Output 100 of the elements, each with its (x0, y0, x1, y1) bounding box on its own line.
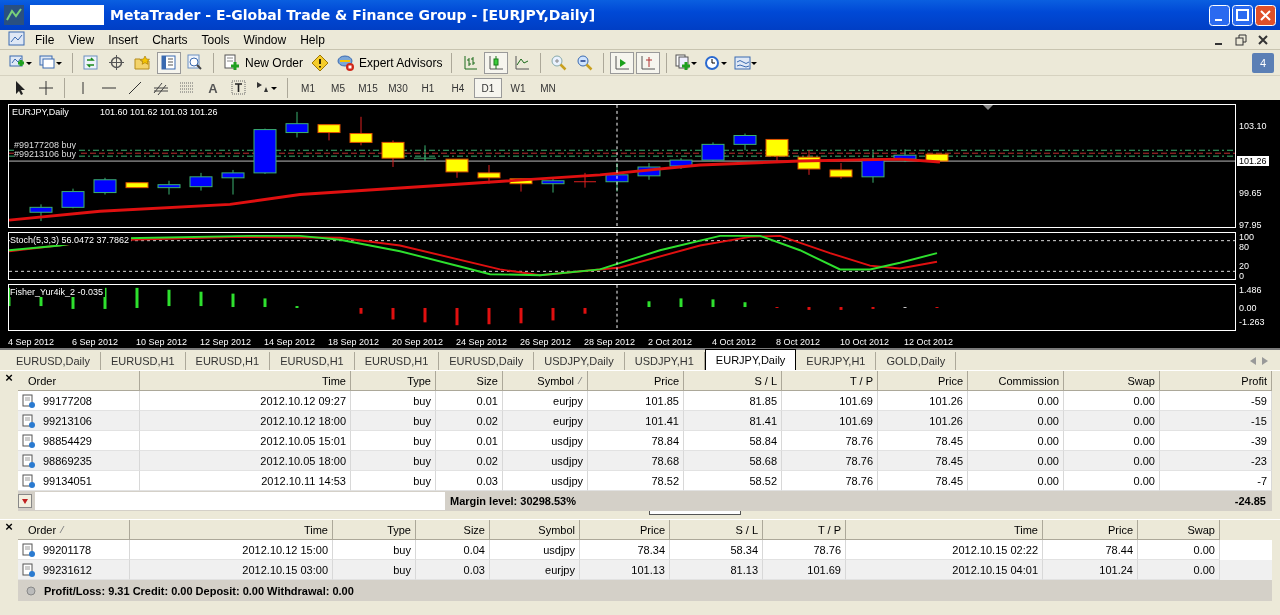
menu-item[interactable]: Window (236, 32, 294, 47)
column-header[interactable]: Commission (968, 371, 1064, 391)
timeframe-button[interactable]: M30 (384, 78, 412, 98)
minimize-icon[interactable] (1209, 4, 1230, 26)
histogram-bar (743, 302, 747, 307)
candle (637, 162, 661, 181)
indicator-label: Stoch(5,3,3) 56.0472 37.7862 (10, 235, 132, 245)
axis-label: -1.263 (1239, 317, 1265, 327)
window-title: MetaTrader - E-Global Trade & Finance Group - [EURJPY,Daily] (110, 7, 597, 23)
close-button[interactable]: × (5, 371, 13, 511)
date-label: 24 Sep 2012 (456, 336, 509, 347)
chart-tab[interactable]: GOLD,Daily (876, 352, 957, 370)
column-header[interactable]: Size (416, 520, 490, 540)
axis-label: 80 (1239, 242, 1249, 252)
menu-item[interactable]: View (61, 32, 102, 47)
chart-shift-icon[interactable] (636, 51, 661, 74)
candle (797, 149, 821, 176)
chart-tab[interactable]: EURUSD,H1 (100, 352, 186, 370)
panel-icon[interactable] (157, 51, 181, 74)
candle (733, 133, 757, 151)
chart-tab[interactable]: EURUSD,H1 (354, 352, 440, 370)
histogram-bar (423, 308, 427, 323)
maximize-icon[interactable] (1232, 4, 1253, 26)
timeframe-button[interactable]: M5 (324, 78, 352, 98)
chart-tab[interactable]: USDJPY,Daily (534, 352, 625, 370)
column-header[interactable]: Price (580, 520, 670, 540)
candle (509, 178, 533, 193)
menu-item[interactable]: Tools (194, 32, 237, 47)
chart-tab[interactable]: EURUSD,H1 (270, 352, 355, 370)
date-label: 14 Sep 2012 (264, 336, 317, 347)
column-header[interactable]: Symbol (490, 520, 580, 540)
candle (381, 139, 405, 168)
arrow-down-icon[interactable] (18, 494, 32, 508)
date-label: 28 Sep 2012 (584, 336, 637, 347)
timeframe-button[interactable]: H1 (414, 78, 442, 98)
timeframe-button[interactable]: M15 (354, 78, 382, 98)
notification-badge[interactable]: 4 (1252, 52, 1274, 73)
column-header[interactable]: S / L (670, 520, 763, 540)
column-header[interactable]: Price (588, 371, 684, 391)
date-label: 12 Oct 2012 (904, 336, 955, 347)
splitter-handle[interactable] (649, 511, 741, 515)
histogram-bar (519, 308, 523, 324)
column-header[interactable]: T / P (782, 371, 878, 391)
date-label: 4 Sep 2012 (8, 336, 56, 347)
column-header[interactable]: Symbol (503, 371, 588, 391)
column-header[interactable]: Time (140, 371, 351, 391)
column-header[interactable]: Size (436, 371, 503, 391)
column-header[interactable]: Type (351, 371, 436, 391)
axis-label: 1.486 (1239, 285, 1262, 295)
chart-tab[interactable]: EURJPY,Daily (704, 349, 797, 370)
column-header[interactable]: Price (878, 371, 968, 391)
expert-advisors-button[interactable]: Expert Advisors (334, 51, 446, 74)
auto-scroll-icon[interactable] (610, 51, 635, 74)
histogram-bar (711, 299, 715, 307)
candlestick-icon[interactable] (484, 51, 509, 74)
column-header[interactable]: S / L (684, 371, 782, 391)
scroll-left-icon[interactable] (1250, 357, 1256, 365)
column-header[interactable]: Swap (1138, 520, 1220, 540)
timeframe-button[interactable]: MN (534, 78, 562, 98)
column-header[interactable]: Time (846, 520, 1043, 540)
close-button[interactable]: × (5, 520, 13, 601)
close-icon[interactable] (1255, 4, 1276, 26)
column-header[interactable]: Time (130, 520, 333, 540)
column-header[interactable]: Price (1043, 520, 1138, 540)
histogram-bar (199, 291, 203, 307)
document-icon (22, 453, 35, 468)
candle (189, 172, 213, 192)
candle (669, 157, 693, 170)
timeframe-button[interactable]: M1 (294, 78, 322, 98)
timeframe-button[interactable]: W1 (504, 78, 532, 98)
menu-item[interactable]: Insert (101, 32, 146, 47)
histogram-bar (583, 308, 587, 314)
menu-item[interactable]: Help (293, 32, 332, 47)
new-order-button[interactable]: New Order (220, 51, 306, 74)
text-tool-button[interactable]: A (201, 77, 225, 99)
table-cell: 99134051 (43, 474, 92, 487)
date-label: 8 Oct 2012 (776, 336, 822, 347)
ohlc-values: 101.60 101.62 101.03 101.26 (100, 107, 220, 117)
column-header[interactable]: Type (333, 520, 416, 540)
chart-tab[interactable]: EURUSD,H1 (185, 352, 271, 370)
column-header[interactable]: Swap (1064, 371, 1160, 391)
column-header[interactable]: T / P (763, 520, 846, 540)
cap-icon (337, 53, 355, 72)
timeframe-button[interactable]: H4 (444, 78, 472, 98)
menu-item[interactable]: File (28, 32, 62, 47)
chart-tab[interactable]: EURUSD,Daily (439, 352, 535, 370)
chart-tab[interactable]: EURUSD,Daily (6, 352, 101, 370)
scroll-right-icon[interactable] (1262, 357, 1268, 365)
date-label: 10 Oct 2012 (840, 336, 891, 347)
chart-tab[interactable]: EURJPY,H1 (796, 352, 877, 370)
chart-tab[interactable]: USDJPY,H1 (624, 352, 705, 370)
restore-icon[interactable] (1232, 31, 1250, 48)
date-label: 6 Sep 2012 (72, 336, 120, 347)
app-logo-icon (4, 5, 24, 25)
column-header[interactable]: Order (18, 520, 130, 540)
column-header[interactable]: Order (18, 371, 140, 391)
margin-level-text: Margin level: 30298.53% (450, 495, 576, 507)
menu-item[interactable]: Charts (145, 32, 195, 47)
timeframe-button[interactable]: D1 (474, 78, 502, 98)
column-header[interactable]: Profit (1160, 371, 1272, 391)
